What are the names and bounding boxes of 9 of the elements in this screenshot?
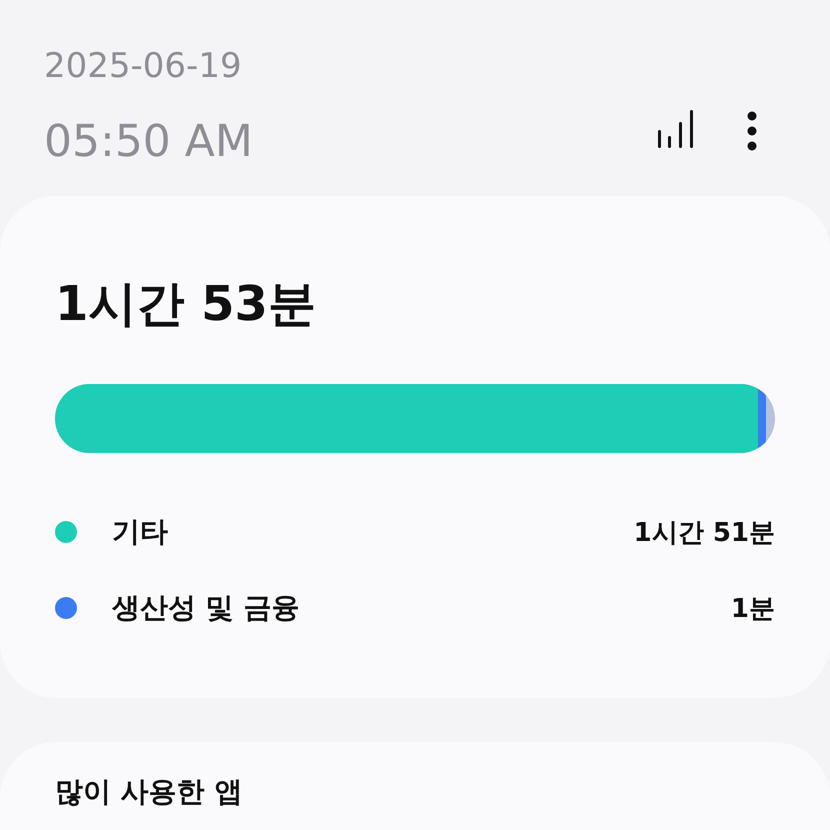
category-name: 생산성 및 금융 [112, 590, 300, 626]
category-duration: 1분 [730, 592, 775, 626]
category-name: 기타 [112, 514, 169, 550]
total-time: 1시간 53분 [55, 275, 317, 334]
category-duration: 1시간 51분 [634, 516, 775, 550]
time-text: 05:50 AM [44, 115, 253, 169]
more-options-icon[interactable] [746, 111, 758, 151]
section-title: 많이 사용한 앱 [55, 774, 244, 810]
date-text: 2025-06-19 [44, 45, 243, 88]
